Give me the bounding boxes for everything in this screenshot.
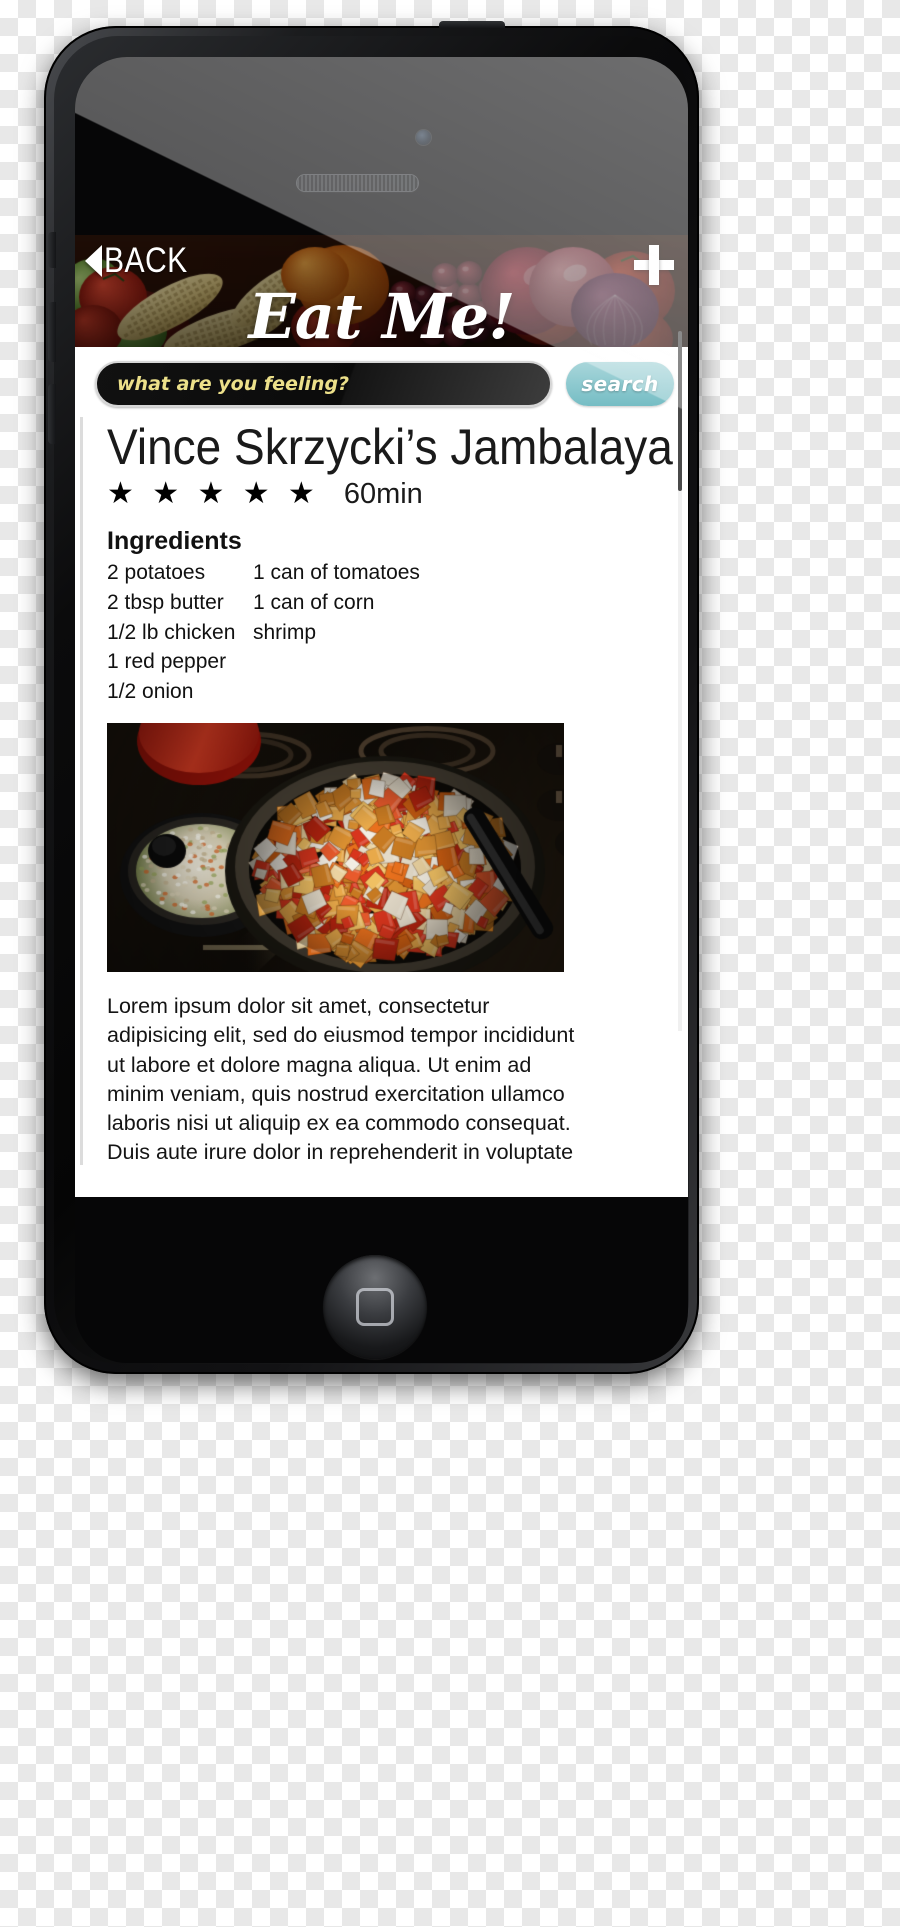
volume-up-button[interactable]	[48, 302, 56, 362]
app-title: Eat Me!	[75, 284, 688, 347]
back-button-label: BACK	[104, 243, 188, 278]
ingredients-list: 2 potatoes 2 tbsp butter 1/2 lb chicken …	[107, 558, 664, 707]
back-button[interactable]: BACK	[85, 243, 201, 278]
mute-switch[interactable]	[48, 232, 56, 268]
app-header: BACK Eat Me!	[75, 235, 688, 347]
recipe-meta: ★ ★ ★ ★ ★ 60min	[107, 479, 664, 509]
search-input[interactable]	[95, 361, 552, 407]
recipe-content: Vince Skrzycki’s Jambalaya ★ ★ ★ ★ ★ 60m…	[80, 417, 688, 1165]
list-item: 1 red pepper	[107, 647, 253, 677]
speaker-grille-icon	[297, 175, 418, 191]
screenshot-stage: BACK Eat Me! search Vince Skrzycki’s Jam…	[0, 0, 900, 1927]
cook-time-label: 60min	[344, 480, 423, 509]
list-item: 2 tbsp butter	[107, 588, 253, 618]
search-bar: search	[75, 347, 688, 417]
search-button[interactable]: search	[566, 362, 674, 406]
volume-down-button[interactable]	[48, 384, 56, 444]
add-recipe-button[interactable]	[634, 245, 674, 285]
home-button-square	[356, 1288, 394, 1326]
ingredients-column-left: 2 potatoes 2 tbsp butter 1/2 lb chicken …	[107, 558, 253, 707]
recipe-photo-image	[107, 723, 564, 972]
phone-front-face: BACK Eat Me! search Vince Skrzycki’s Jam…	[75, 57, 688, 1363]
recipe-photo	[107, 723, 564, 972]
ingredients-column-right: 1 can of tomatoes 1 can of corn shrimp	[253, 558, 420, 707]
back-arrow-icon	[85, 245, 102, 277]
list-item: 2 potatoes	[107, 558, 253, 588]
scrollbar-thumb[interactable]	[678, 331, 682, 491]
screen-bottom-fade	[75, 1171, 688, 1197]
home-button-icon[interactable]	[323, 1255, 427, 1359]
recipe-title: Vince Skrzycki’s Jambalaya	[107, 419, 619, 475]
list-item: 1 can of corn	[253, 588, 420, 618]
app-screen: BACK Eat Me! search Vince Skrzycki’s Jam…	[75, 235, 688, 1197]
list-item: 1/2 onion	[107, 677, 253, 707]
list-item: shrimp	[253, 618, 420, 648]
recipe-description: Lorem ipsum dolor sit amet, consectetur …	[107, 992, 577, 1165]
camera-icon	[416, 130, 431, 145]
phone-bezel: BACK Eat Me! search Vince Skrzycki’s Jam…	[54, 36, 689, 1364]
power-button[interactable]	[439, 21, 505, 28]
iphone-device-mockup: BACK Eat Me! search Vince Skrzycki’s Jam…	[44, 26, 699, 1374]
ingredients-heading: Ingredients	[107, 527, 664, 556]
list-item: 1/2 lb chicken	[107, 618, 253, 648]
scrollbar[interactable]	[678, 331, 682, 1031]
star-rating: ★ ★ ★ ★ ★	[107, 479, 320, 509]
list-item: 1 can of tomatoes	[253, 558, 420, 588]
